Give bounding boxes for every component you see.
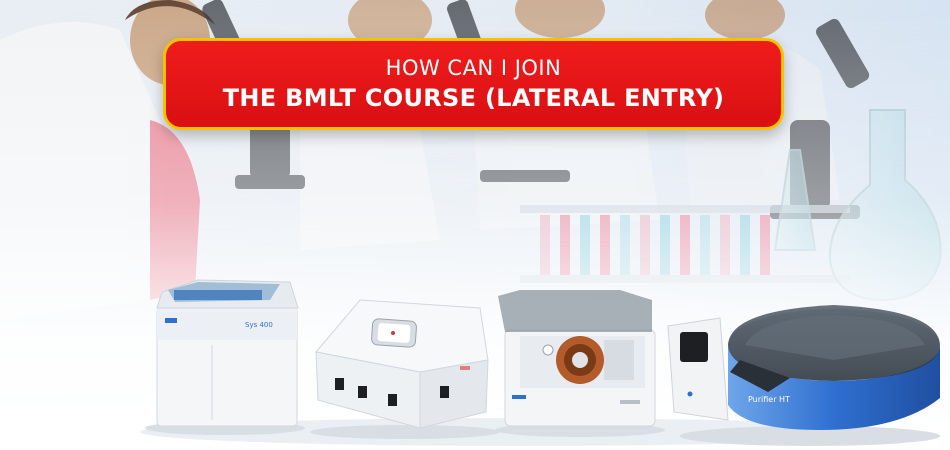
course-banner: Sys 400 Purifier HT HOW CAN I JOIN THE B… (0, 0, 950, 450)
headline-line-1: HOW CAN I JOIN (385, 56, 562, 80)
analyzer-1-badge: Sys 400 (245, 321, 273, 329)
headline-line-2: THE BMLT COURSE (LATERAL ENTRY) (222, 84, 725, 112)
headline-box: HOW CAN I JOIN THE BMLT COURSE (LATERAL … (163, 38, 784, 130)
analyzer-3 (495, 290, 665, 437)
analyzer-1: Sys 400 (145, 279, 305, 435)
analyzer-4-label: Purifier HT (748, 395, 790, 404)
